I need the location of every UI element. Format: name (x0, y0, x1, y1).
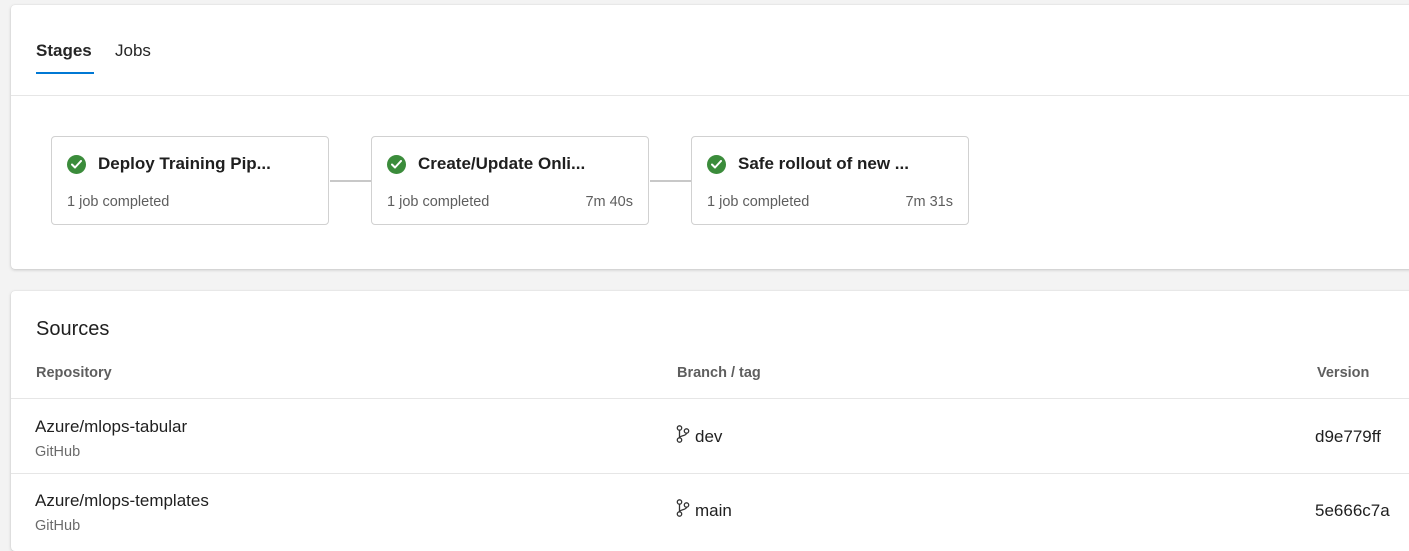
source-row[interactable]: Azure/mlops-templates GitHub main 5e666c… (11, 473, 1409, 547)
commit-version[interactable]: 5e666c7a (1315, 501, 1390, 521)
branch-icon (676, 499, 690, 522)
stage-name: Safe rollout of new ... (738, 154, 909, 173)
sources-title: Sources (36, 318, 110, 340)
tab-jobs[interactable]: Jobs (115, 41, 151, 61)
active-tab-indicator (36, 72, 94, 74)
stage-connector (330, 180, 371, 182)
source-row[interactable]: Azure/mlops-tabular GitHub dev d9e779ff (11, 399, 1409, 473)
sources-card: Sources Repository Branch / tag Version … (11, 291, 1409, 551)
stage-status: 1 job completed (387, 194, 490, 210)
stage-deploy-training-pipeline[interactable]: Deploy Training Pip... 1 job completed (51, 136, 329, 225)
commit-version[interactable]: d9e779ff (1315, 427, 1381, 447)
branch-name: dev (695, 427, 723, 446)
branch-name: main (695, 501, 732, 520)
stage-duration: 7m 40s (585, 194, 633, 210)
repository-name: Azure/mlops-templates (35, 491, 209, 510)
repository-provider: GitHub (35, 518, 81, 534)
stage-status: 1 job completed (707, 194, 810, 210)
column-header-repository: Repository (36, 365, 112, 381)
stage-connector (650, 180, 691, 182)
stage-status: 1 job completed (67, 194, 170, 210)
tab-stages[interactable]: Stages (36, 41, 92, 61)
success-check-icon (387, 155, 406, 174)
stage-duration: 7m 31s (905, 194, 953, 210)
success-check-icon (707, 155, 726, 174)
stage-name: Create/Update Onli... (418, 154, 586, 173)
success-check-icon (67, 155, 86, 174)
repository-name: Azure/mlops-tabular (35, 417, 188, 436)
branch-icon (676, 425, 690, 448)
stage-name: Deploy Training Pip... (98, 154, 271, 173)
column-header-branch: Branch / tag (677, 365, 761, 381)
stages-card: Stages Jobs Deploy Training Pip... 1 job… (11, 5, 1409, 269)
stage-safe-rollout[interactable]: Safe rollout of new ... 1 job completed … (691, 136, 969, 225)
column-header-version: Version (1317, 365, 1370, 381)
stage-create-update-online[interactable]: Create/Update Onli... 1 job completed 7m… (371, 136, 649, 225)
tabs-divider (11, 95, 1409, 96)
repository-provider: GitHub (35, 444, 81, 460)
